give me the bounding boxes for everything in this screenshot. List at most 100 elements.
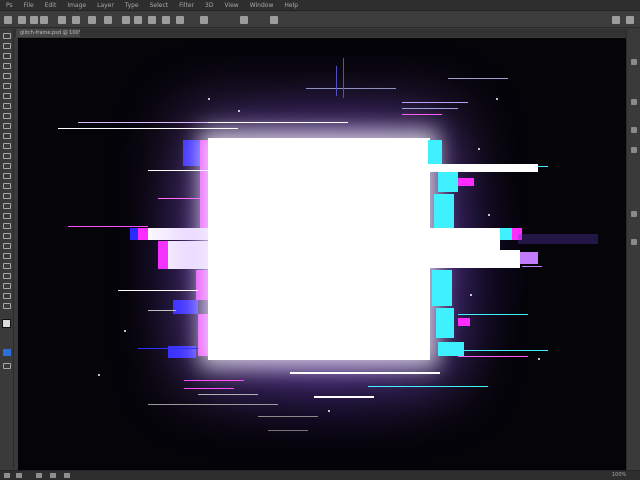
glitch-streak <box>458 356 528 357</box>
pen-tool-icon[interactable] <box>3 173 11 179</box>
select-mask-icon[interactable] <box>200 16 208 24</box>
quick-select-tool-icon[interactable] <box>3 63 11 69</box>
shape-tool-icon[interactable] <box>3 203 11 209</box>
status-icon[interactable] <box>64 473 70 478</box>
glitch-streak <box>343 58 344 98</box>
document-canvas[interactable] <box>18 38 626 470</box>
glitch-streak <box>306 88 396 89</box>
move-tool-icon[interactable] <box>3 33 11 39</box>
edit-toolbar-icon[interactable] <box>3 233 11 239</box>
ruler-tool-icon[interactable] <box>3 243 11 249</box>
sponge-tool-icon[interactable] <box>3 253 11 259</box>
history-panel-icon[interactable] <box>631 59 637 65</box>
glitch-streak <box>402 114 442 115</box>
menu-item-help[interactable]: Help <box>284 2 298 9</box>
healing-tool-icon[interactable] <box>3 93 11 99</box>
status-icon[interactable] <box>4 473 10 478</box>
dodge-tool-icon[interactable] <box>3 163 11 169</box>
history-brush-tool-icon[interactable] <box>3 123 11 129</box>
clone-stamp-tool-icon[interactable] <box>3 113 11 119</box>
intersect-selection-icon[interactable] <box>72 16 80 24</box>
glitch-streak <box>184 388 234 389</box>
paths-panel-icon[interactable] <box>631 239 637 245</box>
menu-item-app[interactable]: Ps <box>6 2 13 9</box>
glitch-block <box>436 308 454 338</box>
blur-tool-icon[interactable] <box>3 153 11 159</box>
swap-icon[interactable] <box>162 16 170 24</box>
glitch-block <box>158 241 168 269</box>
eraser-tool-icon[interactable] <box>3 133 11 139</box>
particle <box>208 98 210 100</box>
glitch-streak <box>448 78 508 79</box>
refine-edge-icon[interactable] <box>176 16 184 24</box>
menu-item-image[interactable]: Image <box>67 2 86 9</box>
distribute-icon[interactable] <box>270 16 278 24</box>
menu-item-type[interactable]: Type <box>125 2 139 9</box>
glitch-streak <box>522 266 542 267</box>
menu-item-filter[interactable]: Filter <box>179 2 194 9</box>
adjustments-panel-icon[interactable] <box>631 127 637 133</box>
particle <box>488 214 490 216</box>
glitch-streak <box>538 166 548 167</box>
glitch-streak <box>368 386 488 387</box>
workspace-icon[interactable] <box>626 16 634 24</box>
path-select-tool-icon[interactable] <box>3 193 11 199</box>
status-icon[interactable] <box>36 473 42 478</box>
style-icon[interactable] <box>122 16 130 24</box>
glitch-block <box>168 241 213 269</box>
document-tab[interactable]: glitch-frame.psd @ 100% <box>16 29 80 37</box>
brush-tool-icon[interactable] <box>3 103 11 109</box>
slice-tool-icon[interactable] <box>3 293 11 299</box>
eyedropper-tool-icon[interactable] <box>3 83 11 89</box>
right-panel-strip <box>626 29 640 469</box>
type-tool-icon[interactable] <box>3 183 11 189</box>
properties-panel-icon[interactable] <box>631 99 637 105</box>
width-icon[interactable] <box>134 16 142 24</box>
menu-item-layer[interactable]: Layer <box>97 2 114 9</box>
smudge-tool-icon[interactable] <box>3 263 11 269</box>
glitch-block <box>432 270 452 306</box>
search-icon[interactable] <box>612 16 620 24</box>
menu-item-file[interactable]: File <box>24 2 34 9</box>
height-icon[interactable] <box>148 16 156 24</box>
subtract-selection-icon[interactable] <box>58 16 66 24</box>
align-icon[interactable] <box>240 16 248 24</box>
particle <box>496 98 498 100</box>
menu-item-view[interactable]: View <box>224 2 238 9</box>
menu-item-edit[interactable]: Edit <box>45 2 57 9</box>
glitch-streak <box>290 372 440 374</box>
glitch-block <box>520 252 538 264</box>
crop-tool-icon[interactable] <box>3 73 11 79</box>
note-tool-icon[interactable] <box>3 273 11 279</box>
channels-panel-icon[interactable] <box>631 211 637 217</box>
screen-mode-icon[interactable] <box>3 363 11 369</box>
lasso-tool-icon[interactable] <box>3 53 11 59</box>
glitch-streak <box>78 122 228 123</box>
menu-item-select[interactable]: Select <box>150 2 169 9</box>
add-selection-icon[interactable] <box>40 16 48 24</box>
glitch-block <box>458 178 474 186</box>
menu-item-3d[interactable]: 3D <box>205 2 213 9</box>
glitch-block <box>430 250 520 268</box>
menu-item-window[interactable]: Window <box>250 2 274 9</box>
antialias-icon[interactable] <box>104 16 112 24</box>
marquee-tool-icon[interactable] <box>3 43 11 49</box>
status-icon[interactable] <box>16 473 22 478</box>
frame-tool-icon[interactable] <box>3 303 11 309</box>
status-icon[interactable] <box>50 473 56 478</box>
glitch-block <box>428 140 442 164</box>
gradient-tool-icon[interactable] <box>3 143 11 149</box>
zoom-tool-icon[interactable] <box>3 223 11 229</box>
home-icon[interactable] <box>4 16 12 24</box>
new-selection-icon[interactable] <box>30 16 38 24</box>
quick-mask-icon[interactable] <box>3 349 11 356</box>
glitch-block <box>434 194 454 230</box>
layers-panel-icon[interactable] <box>631 147 637 153</box>
feather-icon[interactable] <box>88 16 96 24</box>
count-tool-icon[interactable] <box>3 283 11 289</box>
color-swatch-icon[interactable] <box>2 319 11 328</box>
hand-tool-icon[interactable] <box>3 213 11 219</box>
tool-preset-icon[interactable] <box>18 16 26 24</box>
glitch-block <box>438 342 464 356</box>
zoom-level[interactable]: 100% <box>612 472 626 478</box>
